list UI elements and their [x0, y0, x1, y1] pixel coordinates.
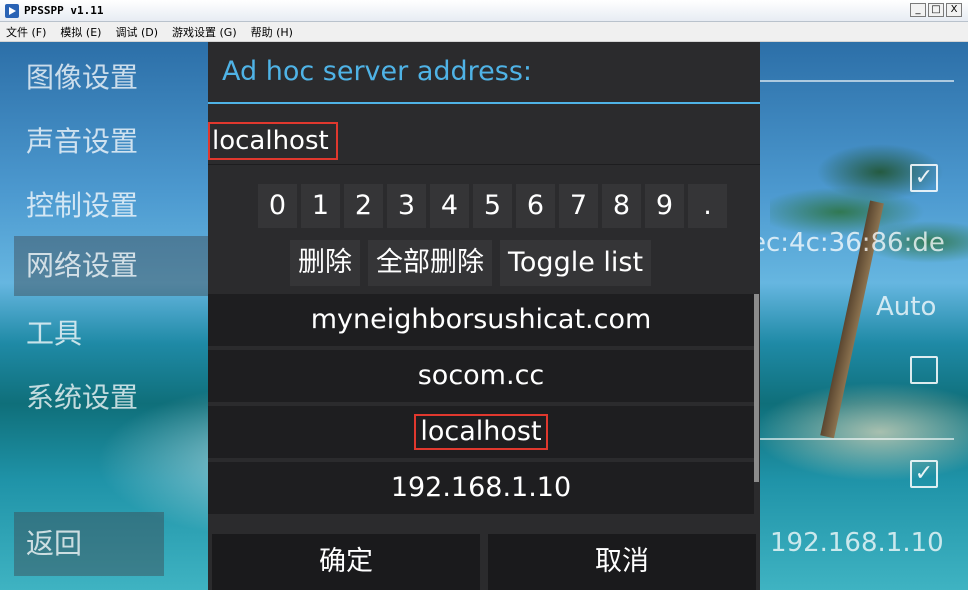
title-bar: PPSSPP v1.11 _ □ X — [0, 0, 968, 22]
toggle-list-button[interactable]: Toggle list — [500, 240, 652, 286]
key-3[interactable]: 3 — [387, 184, 426, 228]
minimize-button[interactable]: _ — [910, 3, 926, 17]
number-keypad: 0 1 2 3 4 5 6 7 8 9 . — [258, 184, 727, 228]
key-7[interactable]: 7 — [559, 184, 598, 228]
dialog-title-divider — [208, 102, 760, 104]
dialog-title: Ad hoc server address: — [222, 56, 532, 87]
list-item-label: myneighborsushicat.com — [310, 304, 652, 335]
key-dot[interactable]: . — [688, 184, 727, 228]
adhoc-server-dialog: Ad hoc server address: localhost 0 1 2 3… — [208, 42, 760, 590]
key-6[interactable]: 6 — [516, 184, 555, 228]
list-item-selected[interactable]: localhost — [208, 406, 754, 458]
auto-value: Auto — [876, 292, 937, 322]
category-audio[interactable]: 声音设置 — [26, 120, 138, 160]
menu-help[interactable]: 帮助 (H) — [251, 24, 293, 40]
list-item-label: socom.cc — [417, 360, 545, 391]
mac-address-value: ec:4c:36:86:de — [750, 228, 945, 258]
settings-category-list: 图像设置 声音设置 控制设置 网络设置 工具 系统设置 — [14, 42, 210, 590]
ip-address-value: 192.168.1.10 — [770, 528, 944, 558]
delete-button[interactable]: 删除 — [290, 240, 360, 286]
list-item-label: localhost — [414, 414, 548, 450]
key-0[interactable]: 0 — [258, 184, 297, 228]
key-9[interactable]: 9 — [645, 184, 684, 228]
edit-actions: 删除 全部删除 Toggle list — [290, 240, 652, 286]
list-item-label: 192.168.1.10 — [390, 472, 572, 503]
key-1[interactable]: 1 — [301, 184, 340, 228]
menu-game-settings[interactable]: 游戏设置 (G) — [172, 24, 237, 40]
category-tools[interactable]: 工具 — [26, 312, 82, 352]
menu-emulation[interactable]: 模拟 (E) — [60, 24, 101, 40]
key-4[interactable]: 4 — [430, 184, 469, 228]
app-viewport: 图像设置 声音设置 控制设置 网络设置 工具 系统设置 返回 ✓ ec:4c:3… — [0, 42, 968, 590]
menu-debug[interactable]: 调试 (D) — [115, 24, 158, 40]
background-settings-rows: ✓ ec:4c:36:86:de Auto ✓ 192.168.1.10 — [750, 42, 968, 590]
divider — [758, 80, 954, 82]
close-button[interactable]: X — [946, 3, 962, 17]
key-5[interactable]: 5 — [473, 184, 512, 228]
checkbox-unchecked[interactable] — [910, 356, 938, 384]
divider — [758, 438, 954, 440]
ppsspp-app-icon — [5, 3, 19, 18]
key-2[interactable]: 2 — [344, 184, 383, 228]
list-item[interactable]: myneighborsushicat.com — [208, 294, 754, 346]
window-title: PPSSPP v1.11 — [24, 4, 104, 17]
checkbox-checked[interactable]: ✓ — [910, 460, 938, 488]
cancel-button[interactable]: 取消 — [488, 534, 756, 590]
list-item[interactable]: 192.168.1.10 — [208, 462, 754, 514]
menu-file[interactable]: 文件 (F) — [6, 24, 46, 40]
category-system[interactable]: 系统设置 — [26, 376, 138, 416]
category-controls[interactable]: 控制设置 — [26, 184, 138, 224]
back-button[interactable]: 返回 — [14, 512, 164, 576]
key-8[interactable]: 8 — [602, 184, 641, 228]
maximize-button[interactable]: □ — [928, 3, 944, 17]
ok-button[interactable]: 确定 — [212, 534, 480, 590]
list-item[interactable]: socom.cc — [208, 350, 754, 402]
menu-bar: 文件 (F) 模拟 (E) 调试 (D) 游戏设置 (G) 帮助 (H) — [0, 22, 968, 42]
server-address-input[interactable]: localhost — [208, 122, 338, 160]
input-divider — [208, 164, 760, 165]
window-controls: _ □ X — [910, 3, 962, 17]
list-scrollbar[interactable] — [754, 294, 759, 482]
category-graphics[interactable]: 图像设置 — [26, 56, 138, 96]
delete-all-button[interactable]: 全部删除 — [368, 240, 492, 286]
server-list: myneighborsushicat.com socom.cc localhos… — [208, 294, 754, 520]
checkbox-checked[interactable]: ✓ — [910, 164, 938, 192]
category-networking[interactable]: 网络设置 — [14, 236, 210, 296]
